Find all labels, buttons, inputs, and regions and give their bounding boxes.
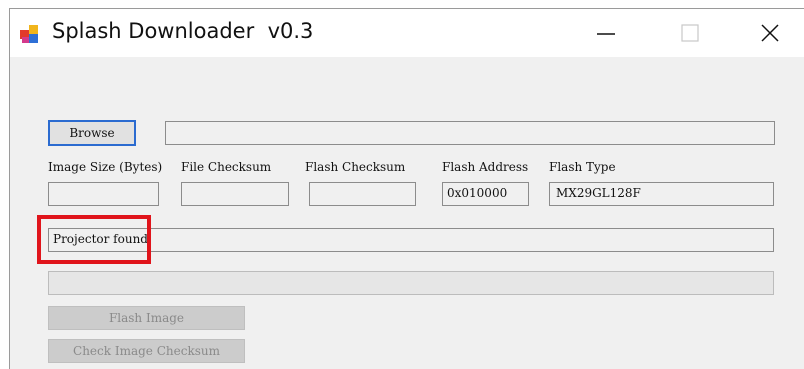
app-icon bbox=[20, 25, 38, 43]
progress-bar bbox=[48, 271, 774, 295]
image-size-field[interactable] bbox=[48, 182, 159, 206]
close-icon bbox=[761, 24, 779, 42]
splash-downloader-window: Splash Downloader v0.3 Browse Image Size… bbox=[9, 8, 804, 369]
image-path-field[interactable] bbox=[165, 121, 775, 145]
file-checksum-field[interactable] bbox=[181, 182, 289, 206]
flash-image-button[interactable]: Flash Image bbox=[48, 306, 245, 330]
minimize-icon bbox=[597, 33, 615, 35]
maximize-button[interactable] bbox=[660, 9, 720, 57]
status-field: Projector found. bbox=[48, 228, 774, 252]
flash-type-label: Flash Type bbox=[549, 160, 616, 174]
status-highlight-box bbox=[37, 215, 151, 264]
image-size-label: Image Size (Bytes) bbox=[48, 160, 163, 174]
title-bar: Splash Downloader v0.3 bbox=[10, 9, 804, 57]
minimize-button[interactable] bbox=[576, 9, 636, 57]
check-image-checksum-button[interactable]: Check Image Checksum bbox=[48, 339, 245, 363]
flash-checksum-label: Flash Checksum bbox=[305, 160, 406, 174]
flash-type-field[interactable]: MX29GL128F bbox=[549, 182, 774, 206]
flash-address-label: Flash Address bbox=[442, 160, 529, 174]
browse-button[interactable]: Browse bbox=[48, 120, 136, 146]
window-title: Splash Downloader v0.3 bbox=[52, 19, 314, 43]
flash-checksum-field[interactable] bbox=[309, 182, 416, 206]
close-button[interactable] bbox=[740, 9, 800, 57]
file-checksum-label: File Checksum bbox=[181, 160, 272, 174]
maximize-icon bbox=[681, 24, 699, 42]
flash-address-field[interactable]: 0x010000 bbox=[442, 182, 529, 206]
